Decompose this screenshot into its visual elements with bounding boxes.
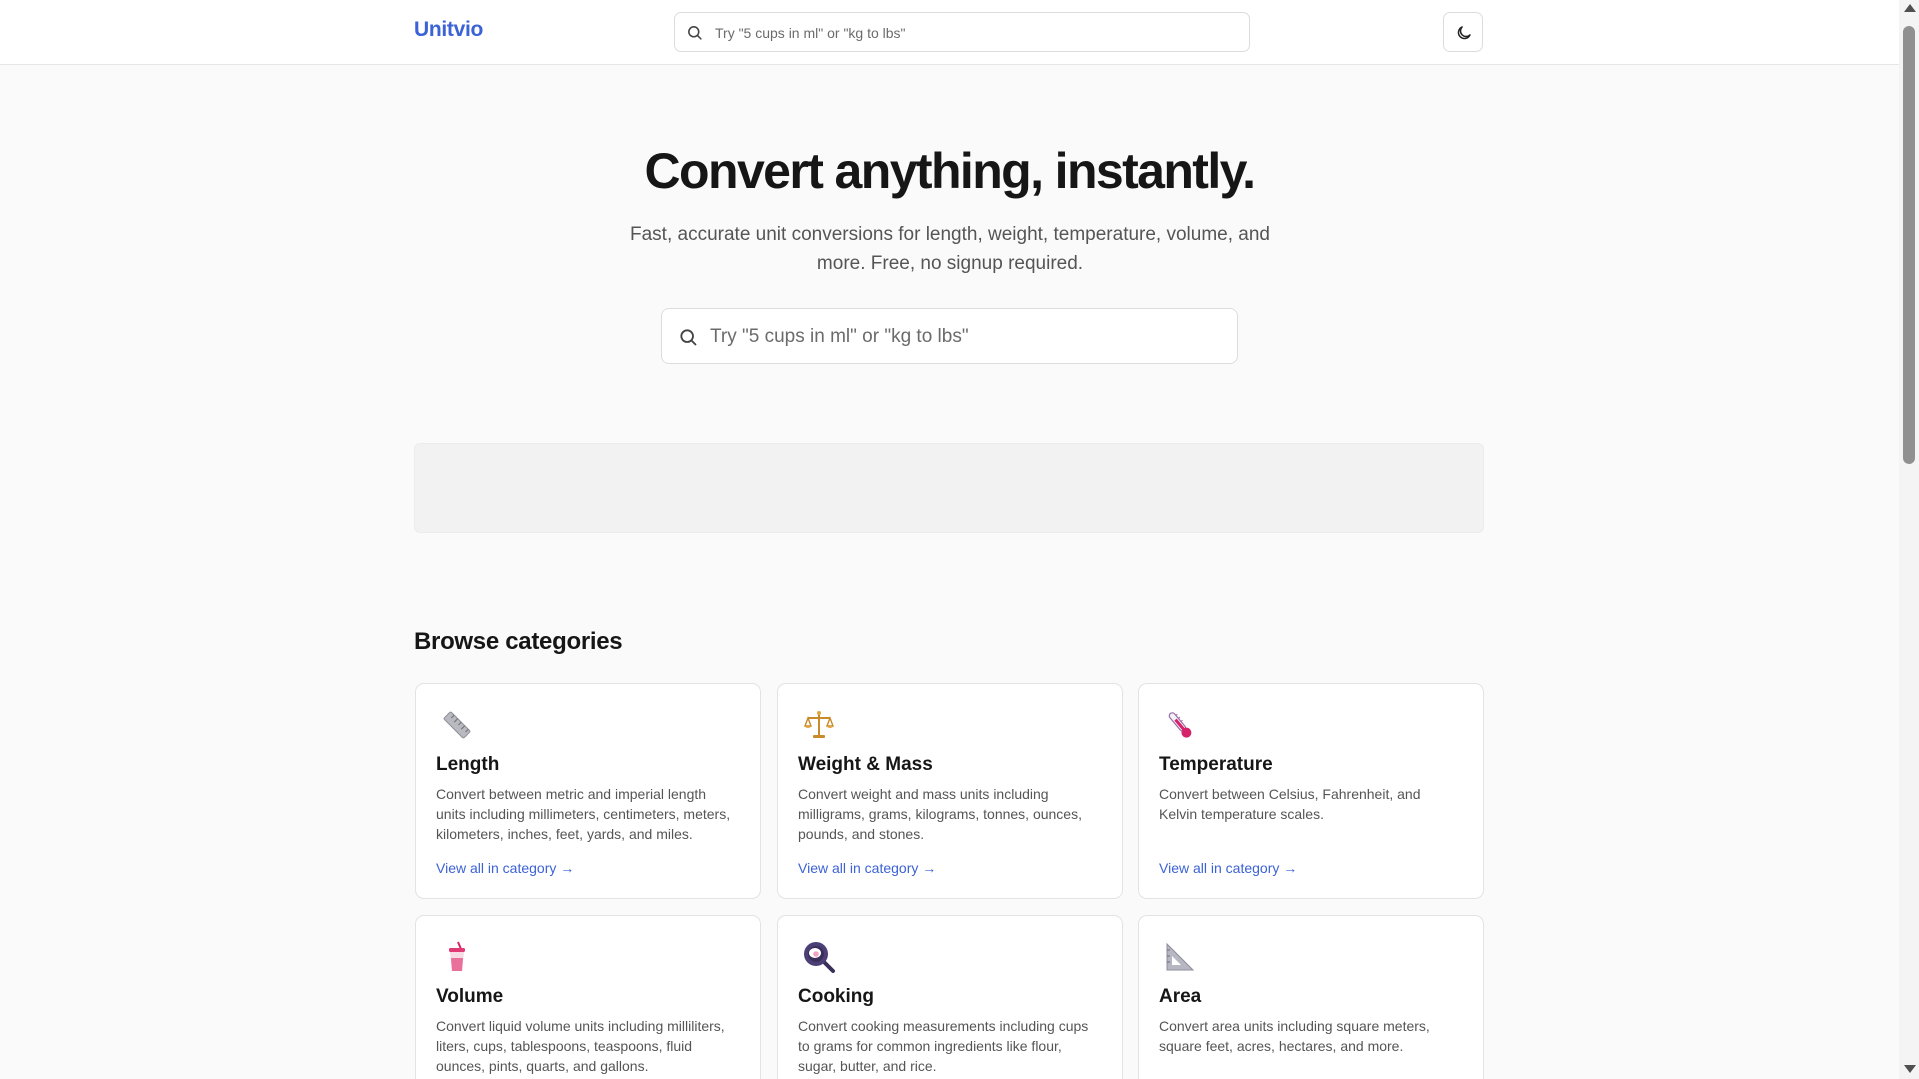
page-title: Convert anything, instantly. — [644, 143, 1256, 199]
scroll-down-arrow-icon[interactable] — [1904, 1065, 1916, 1073]
category-title: Temperature — [1159, 754, 1273, 775]
page-subtitle: Fast, accurate unit conversions for leng… — [630, 224, 1270, 274]
frying-pan-icon — [804, 942, 835, 973]
category-description: Convert area units including square mete… — [1159, 1018, 1430, 1054]
category-title: Area — [1159, 986, 1202, 1007]
logo[interactable]: Unitvio — [414, 18, 483, 42]
hero-search-input[interactable]: Try "5 cups in ml" or "kg to lbs" — [661, 308, 1238, 364]
search-icon — [688, 26, 702, 40]
category-card-volume[interactable]: Volume Convert liquid volume units inclu… — [415, 915, 761, 1079]
moon-icon — [1457, 26, 1471, 40]
category-description: Convert liquid volume units including mi… — [436, 1018, 725, 1074]
ad-banner — [414, 443, 1484, 533]
category-title: Length — [436, 754, 500, 775]
category-description: Convert cooking measurements including c… — [798, 1018, 1089, 1074]
scales-icon — [803, 711, 835, 738]
thermometer-icon — [1168, 712, 1192, 738]
category-title: Volume — [436, 986, 504, 1007]
page-scrollbar[interactable] — [1899, 0, 1919, 1079]
view-category-link[interactable]: View all in category → — [798, 860, 936, 876]
ruler-icon — [443, 711, 471, 739]
hero-search-placeholder: Try "5 cups in ml" or "kg to lbs" — [710, 326, 969, 347]
cup-icon — [449, 941, 465, 971]
header-search-input[interactable]: Try "5 cups in ml" or "kg to lbs" — [674, 12, 1250, 52]
category-card-temperature[interactable]: Temperature Convert between Celsius, Fah… — [1138, 683, 1484, 899]
triangle-ruler-icon — [1166, 942, 1195, 971]
section-title: Browse categories — [414, 628, 623, 655]
category-description: Convert weight and mass units including … — [798, 786, 1082, 842]
view-category-link[interactable]: View all in category → — [436, 860, 574, 876]
theme-toggle-button[interactable] — [1443, 12, 1483, 52]
category-description: Convert between Celsius, Fahrenheit, and… — [1159, 786, 1421, 822]
category-card-cooking[interactable]: Cooking Convert cooking measurements inc… — [777, 915, 1123, 1079]
category-title: Weight & Mass — [798, 754, 933, 775]
search-icon — [680, 329, 697, 346]
category-description: Convert between metric and imperial leng… — [436, 786, 731, 842]
category-title: Cooking — [798, 986, 874, 1007]
view-category-link[interactable]: View all in category → — [1159, 860, 1297, 876]
category-card-length[interactable]: Length Convert between metric and imperi… — [415, 683, 761, 899]
category-card-area[interactable]: Area Convert area units including square… — [1138, 915, 1484, 1079]
top-header: Unitvio Try "5 cups in ml" or "kg to lbs… — [0, 0, 1899, 65]
scroll-up-arrow-icon[interactable] — [1904, 4, 1916, 12]
header-search-placeholder: Try "5 cups in ml" or "kg to lbs" — [715, 25, 906, 41]
category-card-weight[interactable]: Weight & Mass Convert weight and mass un… — [777, 683, 1123, 899]
scrollbar-thumb[interactable] — [1903, 26, 1915, 464]
